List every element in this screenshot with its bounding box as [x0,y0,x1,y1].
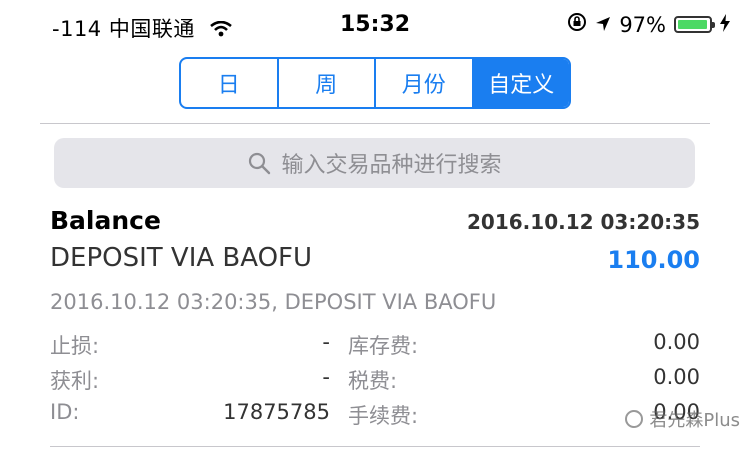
stop-loss-value: - [322,330,330,354]
tax-label: 税费: [348,369,398,393]
battery-icon [674,16,715,33]
rotation-lock-icon [567,12,587,37]
commission-label: 手续费: [348,404,419,428]
stop-loss-label: 止损: [50,334,100,358]
segment-custom[interactable]: 自定义 [471,59,569,107]
status-right: 97% [559,12,730,37]
battery-nub [712,22,715,28]
field-row-id: ID: 17875785 手续费: 0.00 [50,400,700,432]
record-divider [50,446,700,447]
record-title: Balance [50,206,161,235]
tax-value: 0.00 [653,365,700,389]
segment-day[interactable]: 日 [181,59,277,107]
record-datetime: 2016.10.12 03:20:35 [467,210,700,234]
field-row-take-profit: 获利: - 税费: 0.00 [50,365,700,397]
header-divider [40,123,710,124]
segment-week[interactable]: 周 [276,59,375,107]
record-amount: 110.00 [607,246,700,274]
id-label: ID: [50,400,80,424]
watermark: 君先森Plus [625,406,740,432]
record-meta: 2016.10.12 03:20:35, DEPOSIT VIA BAOFU [50,290,497,314]
segment-month[interactable]: 月份 [374,59,472,107]
id-value: 17875785 [223,400,330,424]
search-placeholder[interactable]: 输入交易品种进行搜索 [281,147,501,179]
battery-fill [678,20,708,29]
search-icon [249,152,271,175]
take-profit-label: 获利: [50,369,100,393]
watermark-text: 君先森Plus [649,410,740,431]
charging-icon [720,13,730,37]
field-row-stop-loss: 止损: - 库存费: 0.00 [50,330,700,362]
record-description: DEPOSIT VIA BAOFU [50,243,313,273]
battery-percent: 97% [619,12,666,37]
search-bar[interactable]: 输入交易品种进行搜索 [54,138,695,188]
period-segmented-control[interactable]: 日 周 月份 自定义 [179,57,571,109]
watermark-logo-icon [625,410,644,428]
location-icon [595,13,611,37]
swap-label: 库存费: [348,334,419,358]
take-profit-value: - [322,365,330,389]
swap-value: 0.00 [653,330,700,354]
status-bar: -114 中国联通 15:32 97% [0,0,750,52]
